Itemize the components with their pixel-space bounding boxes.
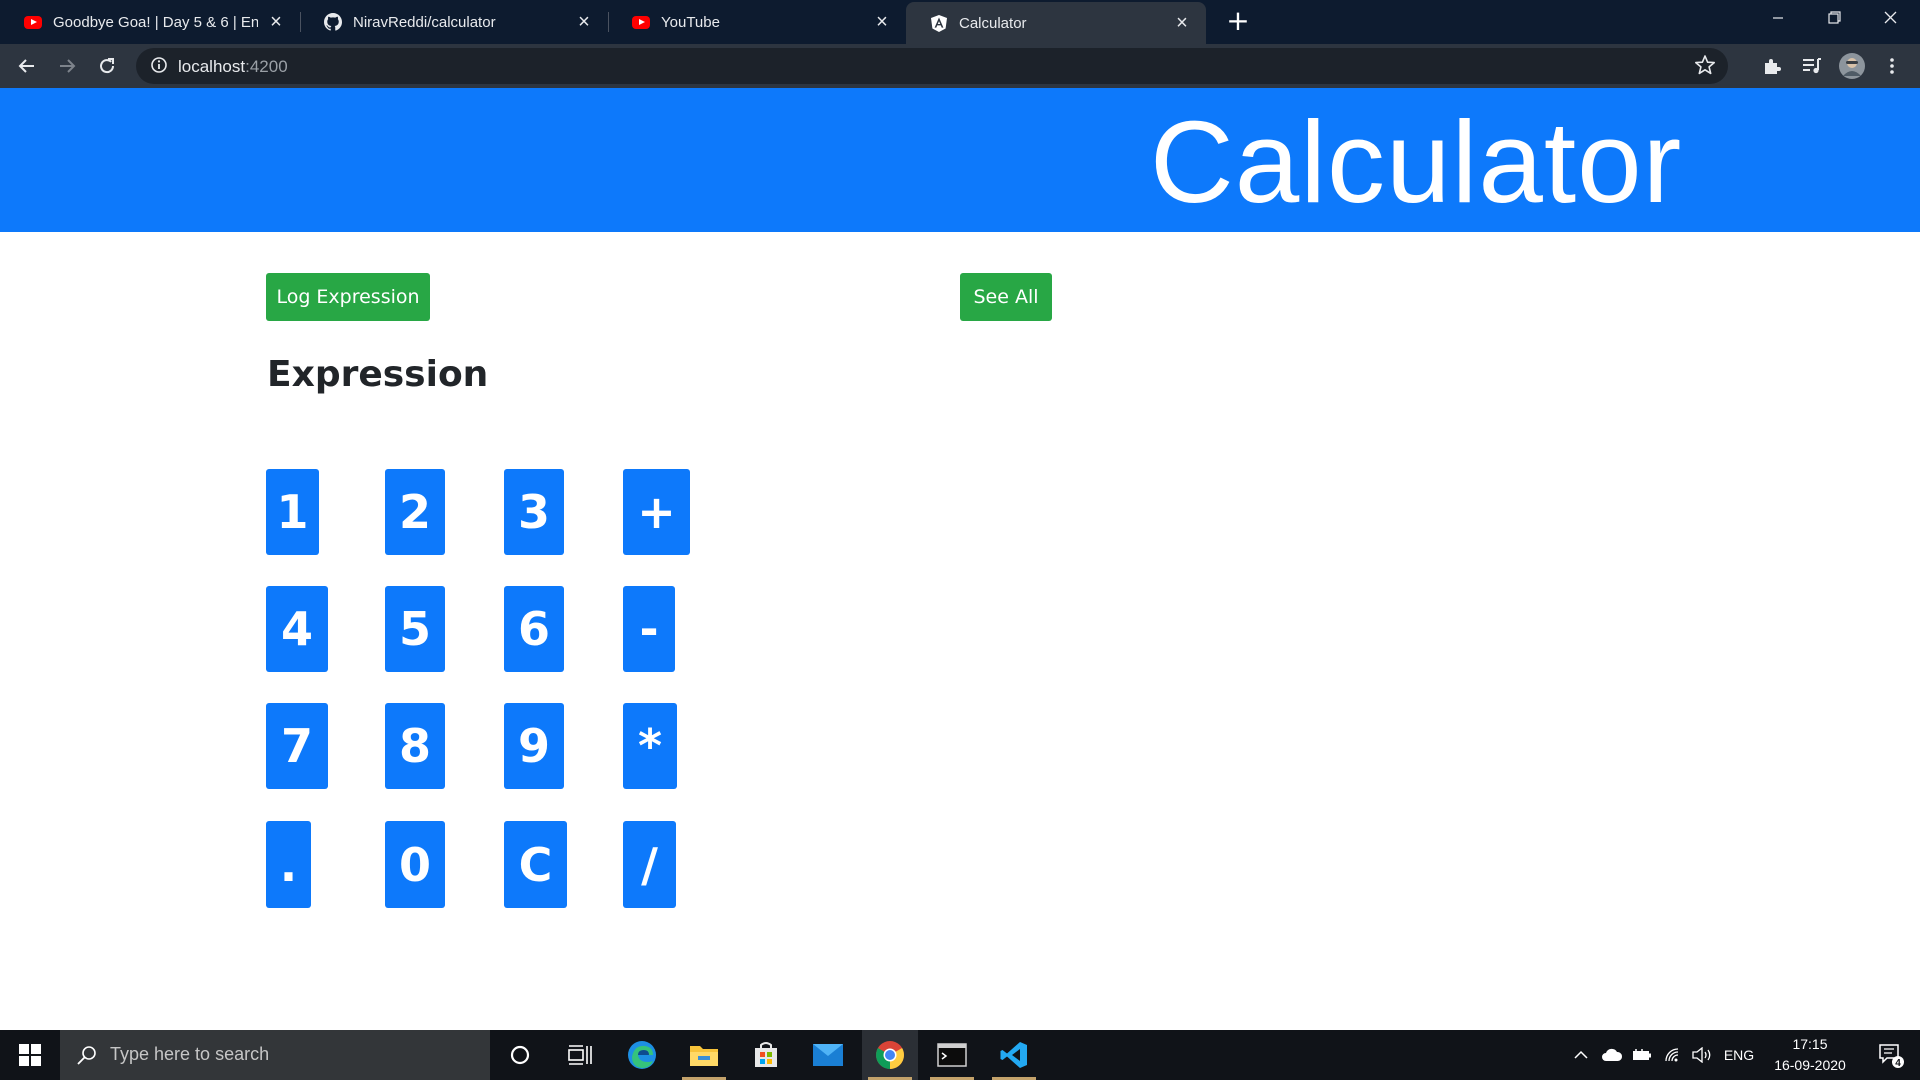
url-host: localhost bbox=[178, 57, 246, 76]
close-tab-icon[interactable]: × bbox=[266, 12, 286, 32]
clock-date: 16-09-2020 bbox=[1774, 1057, 1846, 1073]
browser-toolbar: localhost:4200 bbox=[0, 44, 1920, 88]
key-1[interactable]: 1 bbox=[266, 469, 319, 555]
key-divide[interactable]: / bbox=[623, 821, 676, 908]
browser-tab-strip: Goodbye Goa! | Day 5 & 6 | End of × Nira… bbox=[0, 0, 1920, 44]
tab-title: NiravReddi/calculator bbox=[353, 13, 496, 31]
angular-icon bbox=[930, 14, 948, 32]
key-8[interactable]: 8 bbox=[385, 703, 445, 789]
key-6[interactable]: 6 bbox=[504, 586, 564, 672]
key-3[interactable]: 3 bbox=[504, 469, 564, 555]
close-tab-icon[interactable]: × bbox=[574, 12, 594, 32]
tab-github-calculator[interactable]: NiravReddi/calculator × bbox=[300, 0, 608, 44]
close-tab-icon[interactable]: × bbox=[1172, 13, 1192, 33]
minimize-icon[interactable] bbox=[1750, 0, 1806, 40]
input-language-indicator[interactable]: ENG bbox=[1718, 1030, 1760, 1080]
browser-menu-icon[interactable] bbox=[1876, 50, 1908, 82]
restore-icon[interactable] bbox=[1806, 0, 1862, 40]
clock-time: 17:15 bbox=[1792, 1036, 1828, 1052]
volume-icon[interactable] bbox=[1688, 1030, 1718, 1080]
search-icon bbox=[76, 1044, 98, 1070]
forward-arrow-icon[interactable] bbox=[51, 50, 83, 82]
battery-icon[interactable] bbox=[1628, 1030, 1656, 1080]
key-0[interactable]: 0 bbox=[385, 821, 445, 908]
close-window-icon[interactable] bbox=[1862, 0, 1918, 40]
new-tab-button[interactable]: + bbox=[1222, 6, 1254, 38]
chrome-icon[interactable] bbox=[862, 1030, 918, 1080]
key-7[interactable]: 7 bbox=[266, 703, 328, 789]
tab-calculator[interactable]: Calculator × bbox=[906, 2, 1206, 44]
tab-title: Calculator bbox=[959, 14, 1027, 32]
back-arrow-icon[interactable] bbox=[11, 50, 43, 82]
onedrive-cloud-icon[interactable] bbox=[1598, 1030, 1626, 1080]
tab-title: YouTube bbox=[661, 13, 720, 31]
tab-youtube[interactable]: YouTube × bbox=[608, 0, 906, 44]
windows-taskbar: Type here to search ENG 17:15 16-09-2020… bbox=[0, 1030, 1920, 1080]
taskbar-search-box[interactable]: Type here to search bbox=[60, 1030, 490, 1080]
youtube-icon bbox=[632, 13, 650, 31]
page-header: Calculator bbox=[0, 88, 1920, 232]
key-4[interactable]: 4 bbox=[266, 586, 328, 672]
action-center-notification-icon[interactable]: 4 bbox=[1866, 1030, 1916, 1080]
profile-avatar[interactable] bbox=[1836, 50, 1868, 82]
tab-goodbye-goa[interactable]: Goodbye Goa! | Day 5 & 6 | End of × bbox=[0, 0, 300, 44]
github-icon bbox=[324, 13, 342, 31]
terminal-icon[interactable] bbox=[924, 1030, 980, 1080]
extensions-puzzle-icon[interactable] bbox=[1756, 50, 1788, 82]
see-all-button[interactable]: See All bbox=[960, 273, 1052, 321]
mail-icon[interactable] bbox=[800, 1030, 856, 1080]
windows-start-icon[interactable] bbox=[0, 1030, 60, 1080]
site-info-icon[interactable] bbox=[150, 56, 168, 78]
youtube-icon bbox=[24, 13, 42, 31]
wifi-icon[interactable] bbox=[1660, 1030, 1686, 1080]
key-minus[interactable]: - bbox=[623, 586, 675, 672]
address-bar[interactable]: localhost:4200 bbox=[136, 48, 1728, 84]
task-view-icon[interactable] bbox=[552, 1030, 608, 1080]
expression-display: Expression bbox=[267, 354, 489, 395]
bookmark-star-icon[interactable] bbox=[1694, 54, 1716, 80]
cortana-icon[interactable] bbox=[492, 1030, 548, 1080]
url-text: localhost:4200 bbox=[178, 57, 288, 77]
media-queue-icon[interactable] bbox=[1796, 50, 1828, 82]
key-plus[interactable]: + bbox=[623, 469, 690, 555]
key-decimal[interactable]: . bbox=[266, 821, 311, 908]
system-clock[interactable]: 17:15 16-09-2020 bbox=[1762, 1034, 1858, 1076]
key-9[interactable]: 9 bbox=[504, 703, 564, 789]
key-multiply[interactable]: * bbox=[623, 703, 677, 789]
notification-count-badge: 4 bbox=[1895, 1058, 1901, 1069]
edge-browser-icon[interactable] bbox=[614, 1030, 670, 1080]
vscode-icon[interactable] bbox=[986, 1030, 1042, 1080]
page-title: Calculator bbox=[1150, 97, 1683, 227]
show-hidden-icons-chevron-icon[interactable] bbox=[1568, 1030, 1594, 1080]
key-2[interactable]: 2 bbox=[385, 469, 445, 555]
key-5[interactable]: 5 bbox=[385, 586, 445, 672]
microsoft-store-icon[interactable] bbox=[738, 1030, 794, 1080]
url-port: :4200 bbox=[245, 57, 288, 76]
log-expression-button[interactable]: Log Expression bbox=[266, 273, 430, 321]
reload-icon[interactable] bbox=[91, 50, 123, 82]
tab-title: Goodbye Goa! | Day 5 & 6 | End of bbox=[53, 13, 258, 31]
search-placeholder: Type here to search bbox=[110, 1044, 270, 1064]
file-explorer-icon[interactable] bbox=[676, 1030, 732, 1080]
close-tab-icon[interactable]: × bbox=[872, 12, 892, 32]
key-clear[interactable]: C bbox=[504, 821, 567, 908]
